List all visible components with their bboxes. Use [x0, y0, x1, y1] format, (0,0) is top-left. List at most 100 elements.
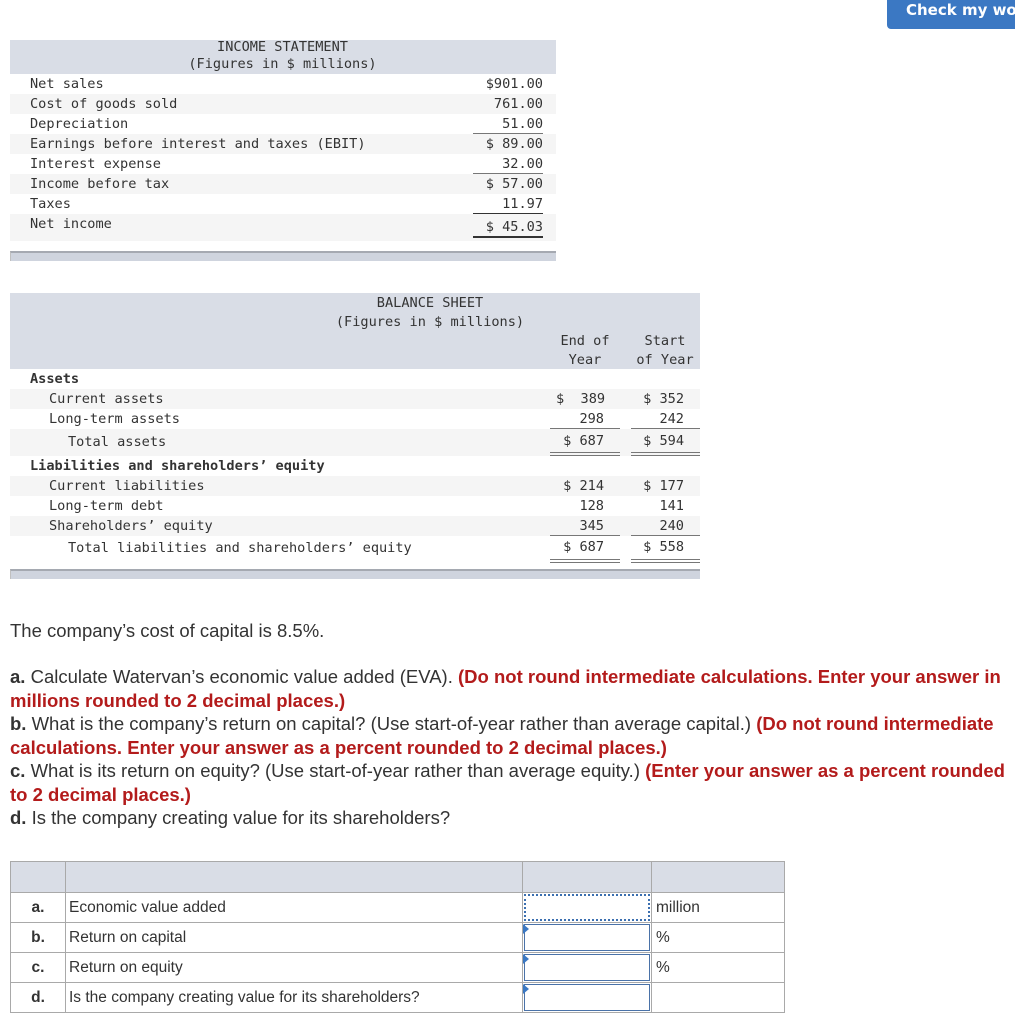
- section-heading-row: Assets: [10, 369, 700, 389]
- table-row: Net income $ 45.03: [10, 214, 556, 241]
- answer-row: a. Economic value added million: [10, 892, 785, 923]
- unit-label: [651, 982, 785, 1013]
- row-label: Net income: [30, 216, 112, 232]
- table-row: Total liabilities and shareholders’ equi…: [10, 536, 700, 563]
- table-row: Long-term assets 298 242: [10, 409, 700, 429]
- row-value: 11.97: [473, 195, 543, 215]
- start-of-year-value: $ 594: [643, 433, 684, 449]
- row-label: Long-term debt: [49, 498, 164, 514]
- table-row: Taxes 11.97: [10, 194, 556, 215]
- row-value: $ 57.00: [485, 176, 543, 192]
- table-row: Interest expense 32.00: [10, 154, 556, 174]
- table-row: Earnings before interest and taxes (EBIT…: [10, 134, 556, 154]
- row-letter: c.: [10, 952, 66, 983]
- return-on-equity-input[interactable]: [524, 954, 650, 981]
- row-label: Total liabilities and shareholders’ equi…: [68, 540, 412, 556]
- section-heading: Assets: [30, 371, 80, 387]
- question-c: c. What is its return on equity? (Use st…: [10, 760, 1005, 805]
- row-letter: a.: [10, 892, 66, 923]
- table-row: Current assets $ 389 $ 352: [10, 389, 700, 409]
- start-of-year-value: 240: [659, 518, 684, 534]
- question-a: a. Calculate Watervan’s economic value a…: [10, 666, 1001, 711]
- double-underline: [550, 559, 620, 563]
- start-of-year-value: $ 352: [643, 391, 684, 407]
- table-row: Net sales $901.00: [10, 74, 556, 94]
- row-value: 761.00: [493, 96, 543, 112]
- unit-label: %: [651, 952, 785, 983]
- table-row: Income before tax $ 57.00: [10, 174, 556, 194]
- row-value: $901.00: [485, 76, 543, 92]
- row-label: Economic value added: [65, 892, 523, 923]
- end-of-year-value: $ 687: [563, 539, 604, 555]
- return-on-capital-input[interactable]: [524, 924, 650, 951]
- answer-row: b. Return on capital %: [10, 922, 785, 953]
- column-header-start-of-year: Start of Year: [636, 333, 694, 368]
- section-heading-row: Liabilities and shareholders’ equity: [10, 456, 700, 476]
- row-value: 32.00: [473, 155, 543, 174]
- table-footer-bar: [10, 251, 556, 261]
- table-row: Shareholders’ equity 345 240: [10, 516, 700, 536]
- row-label: Depreciation: [30, 116, 129, 132]
- row-label: Return on equity: [65, 952, 523, 983]
- row-label: Income before tax: [30, 176, 170, 192]
- row-label: Current liabilities: [49, 478, 205, 494]
- income-statement-table: INCOME STATEMENT (Figures in $ millions)…: [10, 39, 556, 261]
- row-letter: b.: [10, 922, 66, 953]
- question-b: b. What is the company’s return on capit…: [10, 713, 994, 758]
- table-row: Cost of goods sold 761.00: [10, 94, 556, 114]
- income-statement-subtitle: (Figures in $ millions): [188, 56, 377, 72]
- end-of-year-value: $ 214: [563, 478, 604, 494]
- row-label: Interest expense: [30, 156, 161, 172]
- start-of-year-value: 141: [659, 498, 684, 514]
- end-of-year-value: 128: [579, 498, 604, 514]
- row-value: $ 89.00: [485, 136, 543, 152]
- row-label: Shareholders’ equity: [49, 518, 213, 534]
- flag-icon: [523, 954, 529, 964]
- table-footer-bar: [10, 569, 700, 579]
- answer-table: a. Economic value added million b. Retur…: [10, 861, 785, 1013]
- row-label: Cost of goods sold: [30, 96, 178, 112]
- flag-icon: [523, 984, 529, 994]
- answer-table-header: [10, 861, 785, 893]
- row-label: Is the company creating value for its sh…: [65, 982, 523, 1013]
- end-of-year-value: $ 389: [556, 391, 606, 407]
- question-parts: a. Calculate Watervan’s economic value a…: [10, 665, 1010, 830]
- row-label: Return on capital: [65, 922, 523, 953]
- unit-label: million: [651, 892, 785, 923]
- double-underline: [631, 559, 700, 563]
- column-header-end-of-year: End of Year: [560, 333, 610, 368]
- income-statement-title: INCOME STATEMENT: [217, 39, 348, 55]
- cost-of-capital-text: The company’s cost of capital is 8.5%.: [10, 620, 325, 641]
- start-of-year-value: 242: [659, 411, 684, 427]
- answer-row: d. Is the company creating value for its…: [10, 982, 785, 1013]
- balance-sheet-subtitle: (Figures in $ millions): [335, 314, 525, 330]
- income-statement-header: INCOME STATEMENT (Figures in $ millions): [10, 39, 556, 74]
- end-of-year-value: 345: [579, 518, 604, 534]
- eva-input[interactable]: [524, 894, 650, 921]
- row-label: Earnings before interest and taxes (EBIT…: [30, 136, 366, 152]
- start-of-year-value: $ 558: [643, 539, 684, 555]
- table-row: Current liabilities $ 214 $ 177: [10, 476, 700, 496]
- flag-icon: [523, 924, 529, 934]
- creating-value-dropdown[interactable]: [524, 984, 650, 1011]
- answer-row: c. Return on equity %: [10, 952, 785, 983]
- row-label: Long-term assets: [49, 411, 180, 427]
- start-of-year-value: $ 177: [643, 478, 684, 494]
- table-row: Depreciation 51.00: [10, 114, 556, 134]
- row-label: Current assets: [49, 391, 164, 407]
- table-row: Total assets $ 687 $ 594: [10, 429, 700, 456]
- balance-sheet-header: BALANCE SHEET (Figures in $ millions) En…: [10, 293, 700, 369]
- question-d: d. Is the company creating value for its…: [10, 807, 451, 828]
- row-label: Taxes: [30, 196, 71, 212]
- row-value: 51.00: [473, 115, 543, 134]
- check-my-work-button[interactable]: Check my work: [887, 0, 1015, 29]
- section-heading: Liabilities and shareholders’ equity: [30, 458, 325, 474]
- end-of-year-value: $ 687: [563, 433, 604, 449]
- row-value: $ 45.03: [473, 218, 543, 238]
- row-letter: d.: [10, 982, 66, 1013]
- row-label: Net sales: [30, 76, 104, 92]
- row-label: Total assets: [68, 434, 167, 450]
- balance-sheet-title: BALANCE SHEET: [376, 295, 484, 311]
- table-row: Long-term debt 128 141: [10, 496, 700, 516]
- unit-label: %: [651, 922, 785, 953]
